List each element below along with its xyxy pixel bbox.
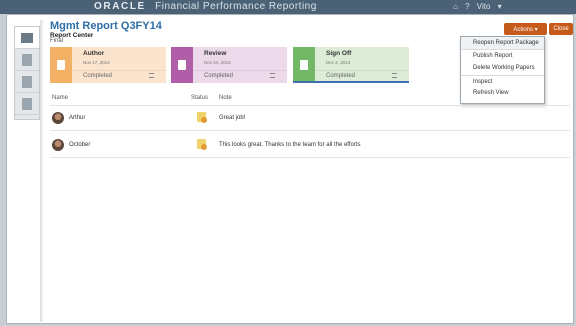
stage-status: Completed [326,73,356,79]
list-icon[interactable] [392,73,397,78]
page-title: Mgmt Report Q3FY14 [50,20,162,32]
stage-body: Review Nov 24, 2014 Completed [193,47,287,83]
actions-button[interactable]: Actions ▾ [504,23,547,35]
stage-review[interactable]: Review Nov 24, 2014 Completed [171,47,287,83]
panel-divider [40,20,44,322]
list-icon[interactable] [270,73,275,78]
selected-stage-indicator [293,81,409,83]
note-text: Great job! [219,115,246,121]
document-icon [178,60,186,70]
stage-date: Dec 2, 2014 [326,60,351,65]
list-icon[interactable] [149,73,154,78]
stage-name: Sign Off [326,50,352,57]
table-row[interactable]: October This looks great. Thanks to the … [50,134,570,158]
app-brand: ORACLE Financial Performance Reporting [94,1,317,12]
grid-icon [21,32,33,43]
note-status-icon [197,112,207,123]
avatar [52,139,64,151]
stage-status: Completed [83,73,113,79]
note-status-icon [197,139,207,150]
oracle-logo: ORACLE [94,1,146,12]
stage-name: Review [204,50,227,57]
stage-date: Nov 24, 2014 [204,60,231,65]
reviewer-name: October [69,142,91,148]
table-row[interactable]: Arthur Great job! [50,107,570,131]
document-icon [22,53,32,66]
column-header-name[interactable]: Name [52,95,68,101]
stage-body: Sign Off Dec 2, 2014 Completed [315,47,409,83]
close-button[interactable]: Close [549,23,573,35]
nav-doclets-button[interactable] [15,49,39,71]
stage-body: Author Nov 17, 2014 Completed [72,47,166,83]
sign-off-stage-icon [293,47,315,83]
chevron-down-icon: ▾ [497,2,502,11]
menu-item-reopen[interactable]: Reopen Report Package [461,37,544,50]
document-icon [300,60,308,70]
table-header: Name Status Note [50,92,570,106]
stage-status: Completed [204,73,234,79]
stage-status-bar: Completed [72,70,166,80]
home-icon[interactable]: ⌂ [453,2,458,11]
stage-status-bar: Completed [315,70,409,80]
review-stage-icon [171,47,193,83]
stage-name: Author [83,50,105,57]
user-name: Vito [476,2,491,11]
column-header-note[interactable]: Note [219,95,232,101]
document-icon [22,75,32,88]
reviewer-name: Arthur [69,115,86,121]
column-header-status[interactable]: Status [191,95,208,101]
stage-author[interactable]: Author Nov 17, 2014 Completed [50,47,166,83]
report-state: Final [50,38,64,44]
author-stage-icon [50,47,72,83]
document-arrow-icon [22,97,32,110]
help-icon[interactable]: ? [465,2,469,11]
nav-publish-button[interactable] [15,93,39,115]
user-menu[interactable]: Vito ▾ [477,2,507,11]
nav-supplemental-button[interactable] [15,71,39,93]
menu-item-delete-working-papers[interactable]: Delete Working Papers [461,62,544,75]
avatar [52,112,64,124]
stage-status-bar: Completed [193,70,287,80]
stage-sign-off[interactable]: Sign Off Dec 2, 2014 Completed [293,47,409,83]
note-text: This looks great. Thanks to the team for… [219,142,361,148]
nav-overview-button[interactable] [15,27,39,49]
stage-date: Nov 17, 2014 [83,60,110,65]
app-title: Financial Performance Reporting [155,1,317,12]
menu-item-inspect[interactable]: Inspect [461,74,544,88]
top-banner: ORACLE Financial Performance Reporting ⌂… [0,0,576,14]
document-icon [57,60,65,70]
menu-item-publish[interactable]: Publish Report [461,50,544,63]
header-tools: ⌂ ? Vito ▾ [453,2,512,11]
side-navigation [14,26,40,120]
